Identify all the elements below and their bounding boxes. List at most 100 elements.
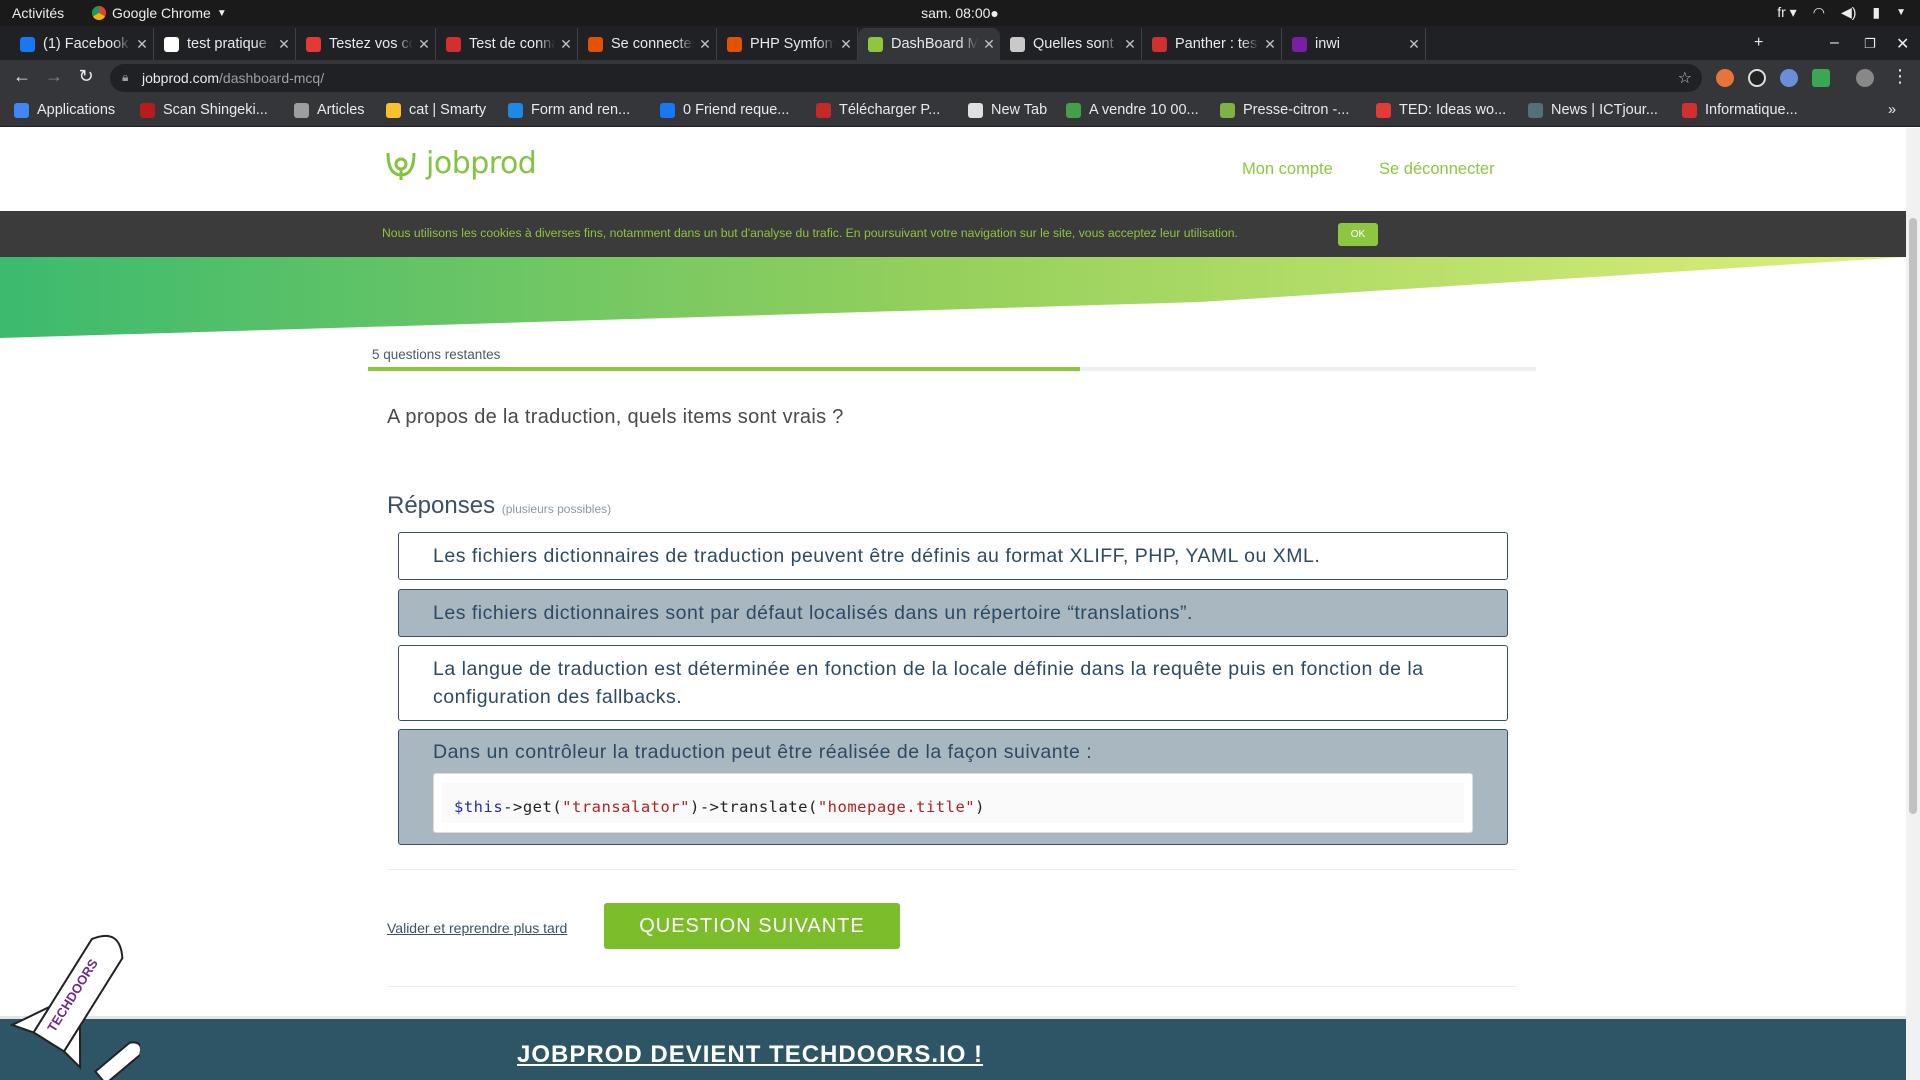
lock-icon[interactable]: 🔒︎	[122, 70, 128, 85]
bookmark-item[interactable]: A vendre 10 00...	[1066, 102, 1199, 118]
bookmark-label: Informatique...	[1705, 102, 1798, 118]
clock[interactable]: sam. 08:00●	[921, 5, 999, 21]
jobprod-logo[interactable]: jobprod	[382, 146, 537, 181]
bookmark-favicon-icon	[14, 102, 29, 118]
back-icon[interactable]: ←	[10, 66, 34, 87]
tab-label: inwi	[1315, 36, 1340, 52]
chevron-down-icon: ▼	[216, 7, 227, 19]
browser-tab[interactable]: test pratique sy✕	[154, 28, 296, 60]
close-tab-icon[interactable]: ✕	[273, 36, 295, 53]
tab-label: Panther : testez	[1175, 36, 1259, 52]
tab-favicon-icon	[1152, 36, 1167, 52]
scrollbar-thumb[interactable]	[1909, 218, 1917, 814]
tab-favicon-icon	[1010, 36, 1025, 52]
browser-tab[interactable]: Test de connais✕	[436, 28, 578, 60]
progress-bar	[368, 367, 1536, 371]
tab-favicon-icon	[868, 36, 883, 52]
code-call: ->get(	[503, 798, 563, 816]
bookmark-label: TED: Ideas wo...	[1399, 102, 1507, 118]
bookmark-item[interactable]: Articles	[294, 102, 365, 118]
bookmark-item[interactable]: Presse-citron -...	[1220, 102, 1349, 118]
bookmark-item[interactable]: Form and ren...	[508, 102, 630, 118]
answer-option-1[interactable]: Les fichiers dictionnaires de traduction…	[398, 532, 1508, 580]
answers-title: Réponses	[387, 492, 496, 519]
bookmark-star-icon[interactable]: ☆	[1678, 68, 1692, 88]
close-tab-icon[interactable]: ✕	[978, 36, 1000, 53]
close-tab-icon[interactable]: ✕	[1403, 36, 1425, 53]
browser-toolbar: ← → ↻ 🔒︎ jobprod.com/dashboard-mcq/ ☆ ⋮	[0, 60, 1920, 96]
battery-icon: ▮	[1872, 4, 1881, 20]
bookmark-item[interactable]: TED: Ideas wo...	[1376, 102, 1506, 118]
wifi-icon: ◠	[1812, 4, 1825, 20]
save-and-resume-link[interactable]: Valider et reprendre plus tard	[387, 920, 567, 936]
maximize-icon[interactable]: ❐	[1864, 36, 1876, 52]
bookmark-favicon-icon	[968, 102, 983, 118]
bookmark-item[interactable]: News | ICTjour...	[1528, 102, 1658, 118]
close-tab-icon[interactable]: ✕	[131, 36, 153, 53]
close-tab-icon[interactable]: ✕	[413, 36, 435, 53]
reload-icon[interactable]: ↻	[74, 66, 98, 87]
bookmark-item[interactable]: Scan Shingeki...	[140, 102, 268, 118]
browser-tab[interactable]: (1) Facebook ✕	[10, 28, 154, 60]
bookmark-item[interactable]: Informatique...	[1682, 102, 1798, 118]
activities-button[interactable]: Activités	[12, 5, 64, 21]
browser-tab[interactable]: inwi ✕	[1282, 28, 1426, 60]
nav-logout[interactable]: Se déconnecter	[1379, 160, 1495, 179]
browser-tab[interactable]: DashBoard MC✕	[858, 28, 1000, 60]
tab-favicon-icon	[446, 36, 461, 52]
next-question-button[interactable]: QUESTION SUIVANTE	[604, 903, 900, 949]
bookmark-item[interactable]: New Tab	[968, 102, 1047, 118]
cookie-ok-button[interactable]: OK	[1338, 223, 1378, 246]
new-tab-button[interactable]: +	[1754, 34, 1763, 52]
footer-title[interactable]: JOBPROD DEVIENT TECHDOORS.IO !	[517, 1041, 983, 1069]
page-scrollbar[interactable]	[1906, 128, 1920, 1080]
app-menu[interactable]: Google Chrome ▼	[92, 5, 227, 21]
close-tab-icon[interactable]: ✕	[555, 36, 577, 53]
language-indicator[interactable]: fr ▾	[1777, 4, 1796, 21]
forward-icon[interactable]: →	[42, 66, 66, 87]
close-tab-icon[interactable]: ✕	[835, 36, 857, 53]
code-variable: $this	[454, 798, 504, 816]
bookmark-item[interactable]: 0 Friend reque...	[660, 102, 789, 118]
rocket-icon: TECHDOORS	[9, 934, 140, 1080]
url-text[interactable]: jobprod.com/dashboard-mcq/	[142, 70, 324, 86]
bookmark-item[interactable]: cat | Smarty	[386, 102, 486, 118]
answer-option-2[interactable]: Les fichiers dictionnaires sont par défa…	[398, 589, 1508, 637]
cookie-message: Nous utilisons les cookies à diverses fi…	[382, 226, 1238, 240]
site-header: jobprod Mon compte Se déconnecter	[0, 128, 1906, 210]
close-window-icon[interactable]: ✕	[1896, 34, 1909, 54]
close-tab-icon[interactable]: ✕	[694, 36, 716, 53]
tab-label: Testez vos conn	[329, 36, 413, 52]
menu-icon[interactable]: ⋮	[1888, 66, 1912, 87]
bookmark-favicon-icon	[386, 102, 401, 118]
bookmark-label: Télécharger P...	[839, 102, 941, 118]
more-bookmarks-icon[interactable]: »	[1888, 102, 1896, 118]
answer-option-3[interactable]: La langue de traduction est déterminée e…	[398, 645, 1508, 721]
system-tray[interactable]: fr ▾ ◠ ◀) ▮ ▼	[1777, 4, 1906, 21]
app-name: Google Chrome	[112, 5, 211, 21]
extension-icon[interactable]	[1748, 69, 1766, 87]
address-bar[interactable]: 🔒︎ jobprod.com/dashboard-mcq/ ☆	[110, 64, 1702, 92]
browser-tab[interactable]: Panther : testez✕	[1142, 28, 1282, 60]
code-block: $this->get("transalator")->translate("ho…	[433, 773, 1473, 833]
close-tab-icon[interactable]: ✕	[1119, 36, 1141, 53]
close-tab-icon[interactable]: ✕	[1259, 36, 1281, 53]
tab-label: Quelles sont vo	[1033, 36, 1119, 52]
bookmark-favicon-icon	[1066, 102, 1081, 118]
browser-tab[interactable]: Se connecter ✕	[578, 28, 717, 60]
extension-icon[interactable]	[1716, 69, 1734, 87]
bookmark-item[interactable]: Applications	[14, 102, 115, 118]
extension-icon[interactable]	[1780, 69, 1798, 87]
browser-tab[interactable]: PHP Symfony 3.✕	[717, 28, 858, 60]
browser-tab[interactable]: Testez vos conn✕	[296, 28, 436, 60]
bookmark-item[interactable]: Télécharger P...	[816, 102, 940, 118]
minimize-icon[interactable]: –	[1830, 34, 1839, 52]
bookmark-label: Applications	[37, 102, 116, 118]
answer-option-4[interactable]: Dans un contrôleur la traduction peut êt…	[398, 729, 1508, 845]
extension-icon[interactable]	[1812, 69, 1830, 87]
browser-tab[interactable]: Quelles sont vo✕	[1000, 28, 1142, 60]
bookmark-favicon-icon	[1220, 102, 1235, 118]
avatar[interactable]	[1856, 69, 1874, 87]
bookmark-label: News | ICTjour...	[1551, 102, 1658, 118]
nav-my-account[interactable]: Mon compte	[1242, 160, 1333, 179]
